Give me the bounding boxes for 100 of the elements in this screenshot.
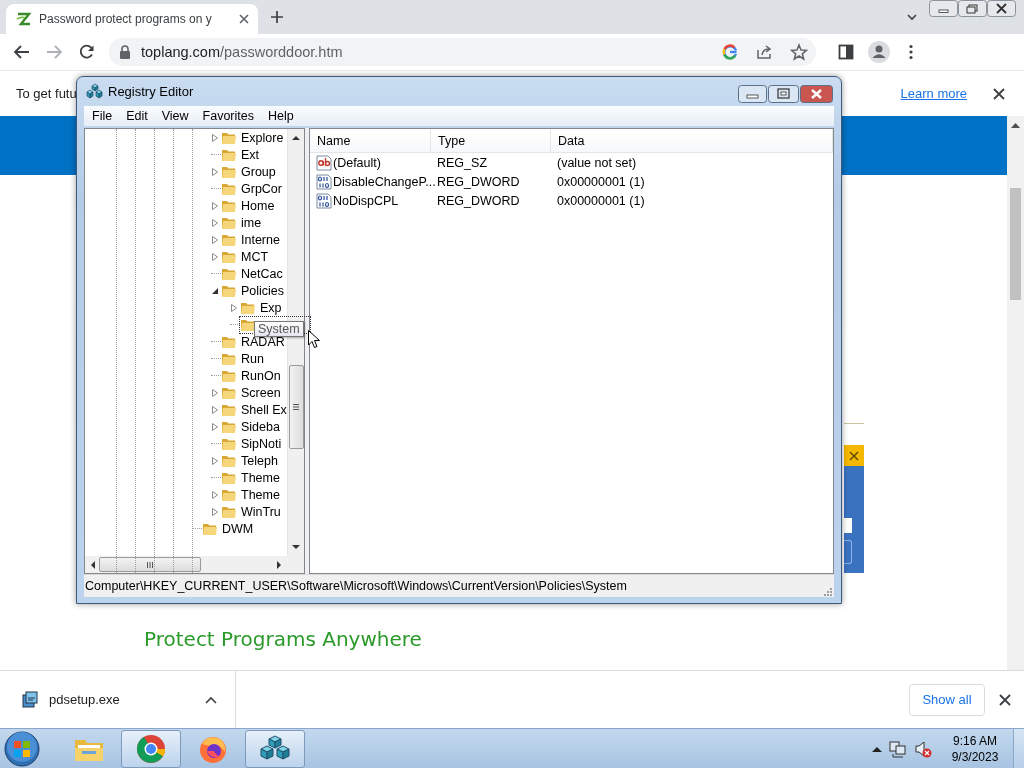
tree-item[interactable]: DWM (222, 521, 254, 536)
caret-up-icon[interactable] (872, 745, 882, 752)
tree-item[interactable]: Run (241, 351, 264, 366)
scroll-left-icon[interactable] (90, 560, 95, 569)
collapse-icon[interactable] (211, 286, 219, 295)
tree-item[interactable]: GrpCor (241, 181, 282, 196)
scroll-up-icon[interactable] (292, 135, 300, 140)
network-icon[interactable] (889, 739, 907, 758)
tree-item[interactable]: ime (241, 215, 262, 230)
input-field[interactable] (844, 518, 852, 533)
tree-item[interactable]: Screen (241, 385, 281, 400)
tree-item[interactable]: Explore (241, 130, 284, 145)
browser-tab[interactable]: Password protect programs on y (6, 4, 258, 34)
binary-value-icon (316, 173, 332, 190)
value-type: REG_DWORD (436, 193, 521, 208)
muted-speaker-icon[interactable] (914, 739, 932, 758)
share-icon[interactable] (756, 44, 774, 60)
expand-icon[interactable] (211, 133, 219, 142)
caret-up-icon[interactable] (205, 695, 217, 704)
clock[interactable]: 9:16 AM 9/3/2023 (945, 732, 1005, 765)
column-header[interactable]: Name (310, 129, 431, 152)
resize-grip-icon[interactable] (822, 586, 832, 596)
value-type: REG_SZ (436, 155, 488, 170)
scroll-up-icon[interactable] (1011, 122, 1020, 128)
cubes-icon (86, 82, 103, 100)
column-header[interactable]: Data (551, 129, 833, 152)
tooltip[interactable]: System (254, 320, 304, 337)
tree-item[interactable]: Home (241, 198, 275, 213)
tree-item[interactable]: Policies (241, 283, 285, 298)
expand-icon[interactable] (211, 456, 219, 465)
close-icon (849, 450, 859, 461)
tree-item[interactable]: RADAR (241, 334, 285, 349)
info-text: To get futu (16, 86, 77, 101)
learn-more-link[interactable]: Learn more (900, 86, 967, 101)
tree-item[interactable]: Shell Ex (241, 402, 287, 417)
value-data: 0x00000001 (1) (556, 193, 646, 208)
menu-item[interactable]: Favorites (195, 109, 261, 123)
close-button[interactable] (844, 445, 864, 466)
menu-item[interactable]: View (154, 109, 196, 123)
lock-icon (119, 45, 131, 59)
tree-item[interactable]: Ext (241, 147, 260, 162)
window-title: Registry Editor (108, 83, 194, 99)
taskbar-button[interactable] (245, 729, 305, 768)
value-name: NoDispCPL (333, 193, 399, 208)
menu-item[interactable]: Help (261, 109, 301, 123)
value-data: 0x00000001 (1) (556, 174, 646, 189)
status-path: Computer\HKEY_CURRENT_USER\Software\Microsoft\Windows\CurrentVersion\Policies\System (85, 579, 628, 593)
tree-item[interactable]: Theme (241, 470, 280, 485)
tree-item[interactable]: Teleph (241, 453, 278, 468)
back-icon[interactable] (13, 43, 31, 61)
tree-item[interactable]: SipNoti (241, 436, 282, 451)
site-logo-icon (16, 11, 32, 27)
expand-icon[interactable] (230, 303, 238, 312)
taskbar-button[interactable] (121, 729, 181, 768)
expand-icon[interactable] (211, 167, 219, 176)
tree-item[interactable]: Interne (241, 232, 280, 247)
star-icon[interactable] (790, 43, 808, 61)
popup-button[interactable] (844, 540, 852, 564)
tree-item[interactable]: RunOn (241, 368, 281, 383)
tree-item[interactable]: Exp (260, 300, 282, 315)
tree-item[interactable]: Theme (241, 487, 280, 502)
menu-item[interactable]: File (85, 109, 120, 123)
close-icon[interactable] (998, 692, 1012, 707)
tree-item[interactable]: NetCac (241, 266, 283, 281)
close-button[interactable] (987, 0, 1016, 18)
column-header[interactable]: Type (431, 129, 551, 152)
binary-value-icon (316, 192, 332, 209)
value-name: DisableChangeP... (333, 174, 436, 189)
grip-icon (147, 561, 153, 568)
tree-item[interactable]: MCT (241, 249, 269, 264)
scroll-thumb[interactable] (1010, 188, 1021, 300)
browser-icon (136, 733, 166, 764)
profile-icon[interactable] (868, 41, 890, 63)
menu-icon[interactable] (908, 44, 914, 60)
close-icon[interactable] (992, 86, 1006, 101)
reload-icon[interactable] (78, 43, 96, 61)
string-value-icon (316, 154, 332, 171)
restore-button[interactable] (958, 0, 987, 18)
close-button[interactable] (800, 85, 833, 103)
scroll-thumb[interactable] (99, 557, 201, 572)
minimize-button[interactable] (929, 0, 958, 18)
tree-item[interactable]: Sideba (241, 419, 280, 434)
minimize-button[interactable] (738, 85, 767, 103)
tree-item[interactable]: Group (241, 164, 276, 179)
tree-item[interactable]: WinTru (241, 504, 281, 519)
address-bar[interactable]: toplang.com/passworddoor.htm (109, 38, 816, 66)
show-all-button[interactable]: Show all (909, 683, 985, 716)
installer-icon (21, 690, 39, 709)
scroll-down-icon[interactable] (292, 545, 300, 550)
side-panel-icon[interactable] (838, 44, 854, 60)
maximize-button[interactable] (768, 85, 799, 103)
close-icon[interactable] (237, 12, 251, 26)
section-heading: Protect Programs Anywhere (144, 627, 423, 651)
new-tab-icon[interactable] (269, 9, 285, 25)
scroll-right-icon[interactable] (277, 560, 282, 569)
start-button[interactable] (2, 729, 42, 768)
menu-item[interactable]: Edit (119, 109, 155, 123)
scroll-thumb[interactable] (288, 365, 304, 449)
value-data: (value not set) (556, 155, 638, 170)
google-icon[interactable] (722, 44, 738, 60)
